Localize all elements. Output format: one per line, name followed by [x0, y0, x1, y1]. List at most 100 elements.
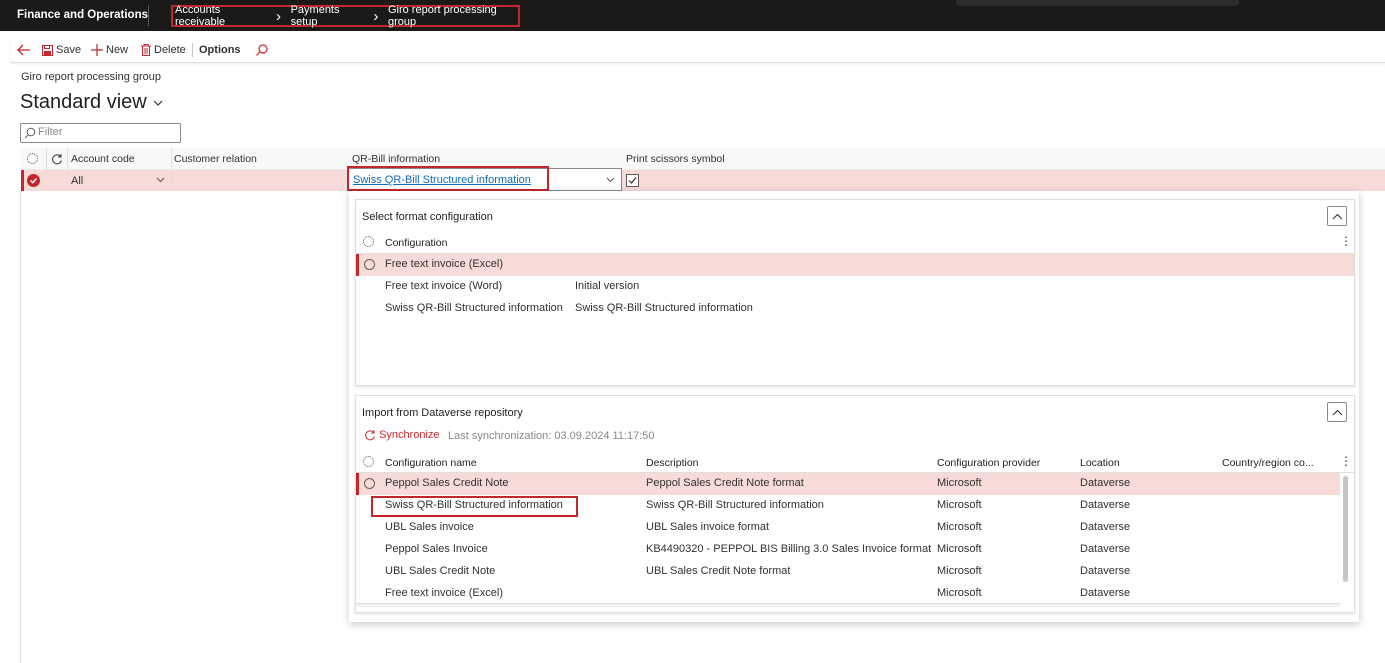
delete-button[interactable]: Delete [141, 37, 186, 63]
configuration-location: Dataverse [1080, 477, 1131, 489]
grid-header: Account code Customer relation QR-Bill i… [21, 148, 1385, 170]
configuration-provider: Microsoft [937, 565, 982, 577]
breadcrumb-item-giro-report[interactable]: Giro report processing group [388, 4, 518, 28]
vertical-scrollbar[interactable] [1343, 476, 1348, 582]
filter-input[interactable] [38, 126, 178, 138]
select-format-title: Select format configuration [362, 211, 493, 223]
configuration-provider: Microsoft [937, 477, 982, 489]
divider [148, 5, 149, 26]
check-circle-icon[interactable] [27, 174, 40, 187]
collapse-button[interactable] [1327, 402, 1347, 422]
new-label: New [106, 44, 129, 56]
save-label: Save [56, 44, 82, 56]
select-all-radio[interactable] [363, 236, 374, 247]
configuration-name: Peppol Sales Credit Note [385, 477, 509, 489]
row-radio[interactable] [364, 259, 375, 270]
column-header-qr-bill-information[interactable]: QR-Bill information [352, 153, 440, 165]
save-icon [42, 44, 53, 56]
configuration-description: Swiss QR-Bill Structured information [575, 302, 753, 314]
select-all-radio[interactable] [27, 153, 38, 164]
search-icon [256, 44, 268, 56]
view-selector[interactable]: Standard view [20, 91, 147, 114]
configuration-name: Free text invoice (Excel) [385, 258, 503, 270]
list-header: Configuration ⋮ [356, 232, 1354, 254]
configuration-name: UBL Sales Credit Note [385, 565, 496, 577]
chevron-right-icon: › [373, 7, 379, 25]
search-icon [24, 127, 36, 139]
select-format-panel: Select format configuration Configuratio… [355, 199, 1355, 386]
synchronize-button[interactable]: Synchronize [364, 429, 440, 441]
breadcrumb: Accounts receivable › Payments setup › G… [171, 4, 520, 28]
configuration-name: UBL Sales invoice [385, 521, 474, 533]
divider [46, 148, 47, 170]
synchronize-label: Synchronize [379, 429, 440, 441]
list-item[interactable]: Peppol Sales Credit Note Peppol Sales Cr… [356, 473, 1340, 495]
save-button[interactable]: Save [42, 37, 81, 63]
chevron-down-icon[interactable] [153, 99, 163, 107]
delete-label: Delete [154, 44, 186, 56]
more-options-icon[interactable]: ⋮ [1340, 234, 1352, 248]
configuration-location: Dataverse [1080, 543, 1131, 555]
back-button[interactable] [17, 37, 34, 63]
row-radio[interactable] [364, 478, 375, 489]
chevron-down-icon[interactable] [606, 177, 615, 183]
chevron-up-icon [1332, 213, 1343, 220]
back-arrow-icon [17, 44, 30, 56]
filter-box [20, 123, 181, 143]
configuration-description: UBL Sales invoice format [646, 521, 770, 533]
sync-icon [365, 430, 375, 441]
configuration-location: Dataverse [1080, 521, 1131, 533]
column-header-configuration[interactable]: Configuration [385, 237, 447, 249]
column-header-configuration-name[interactable]: Configuration name [385, 457, 477, 469]
list-item[interactable]: Free text invoice (Excel) Microsoft Data… [356, 583, 1340, 605]
import-title: Import from Dataverse repository [362, 407, 523, 419]
refresh-icon[interactable] [51, 153, 63, 165]
column-header-customer-relation[interactable]: Customer relation [174, 153, 257, 165]
configuration-description: Swiss QR-Bill Structured information [646, 499, 824, 511]
account-code-value[interactable]: All [71, 175, 83, 187]
page-caption: Giro report processing group [21, 71, 162, 83]
horizontal-scrollbar[interactable] [356, 603, 1340, 607]
search-button[interactable] [256, 37, 271, 63]
table-row[interactable]: All [21, 170, 1385, 191]
column-header-account-code[interactable]: Account code [71, 153, 135, 165]
lookup-flyout: Select format configuration Configuratio… [349, 191, 1359, 622]
options-button[interactable]: Options [199, 37, 241, 63]
column-header-location[interactable]: Location [1080, 457, 1120, 469]
configuration-name: Swiss QR-Bill Structured information [385, 302, 563, 314]
highlight-box [347, 166, 549, 191]
list-item[interactable]: Free text invoice (Word) Initial version [356, 276, 1354, 298]
breadcrumb-item-accounts-receivable[interactable]: Accounts receivable [175, 4, 266, 28]
column-header-print-scissors[interactable]: Print scissors symbol [626, 153, 725, 165]
print-scissors-checkbox[interactable] [626, 174, 639, 187]
new-button[interactable]: New [91, 37, 128, 63]
list-item[interactable]: Swiss QR-Bill Structured information Swi… [356, 298, 1354, 320]
chevron-right-icon: › [276, 7, 281, 25]
highlight-box [371, 496, 578, 517]
configuration-description: Peppol Sales Credit Note format [646, 477, 804, 489]
divider [192, 43, 193, 57]
column-header-country-region[interactable]: Country/region co... [1222, 457, 1314, 469]
column-header-description[interactable]: Description [646, 457, 699, 469]
row-selection-marker [21, 170, 24, 191]
configuration-provider: Microsoft [937, 499, 982, 511]
list-header: Configuration name Description Configura… [356, 451, 1354, 473]
configuration-provider: Microsoft [937, 543, 982, 555]
breadcrumb-item-payments-setup[interactable]: Payments setup [291, 4, 364, 28]
list-item[interactable]: Free text invoice (Excel) [356, 254, 1354, 276]
select-all-radio[interactable] [363, 456, 374, 467]
chevron-down-icon[interactable] [156, 177, 165, 183]
column-header-configuration-provider[interactable]: Configuration provider [937, 457, 1040, 469]
list-item[interactable]: UBL Sales Credit Note UBL Sales Credit N… [356, 561, 1340, 583]
last-sync-text: Last synchronization: 03.09.2024 11:17:5… [448, 430, 655, 442]
trash-icon [141, 44, 151, 56]
list-item[interactable]: UBL Sales invoice UBL Sales invoice form… [356, 517, 1340, 539]
global-search-box[interactable] [956, 0, 1239, 6]
configuration-provider: Microsoft [937, 587, 982, 599]
collapse-button[interactable] [1327, 206, 1347, 226]
more-options-icon[interactable]: ⋮ [1340, 454, 1352, 468]
app-title[interactable]: Finance and Operations [17, 9, 148, 21]
configuration-description: Initial version [575, 280, 640, 292]
list-item[interactable]: Peppol Sales Invoice KB4490320 - PEPPOL … [356, 539, 1340, 561]
configuration-description: UBL Sales Credit Note format [646, 565, 791, 577]
